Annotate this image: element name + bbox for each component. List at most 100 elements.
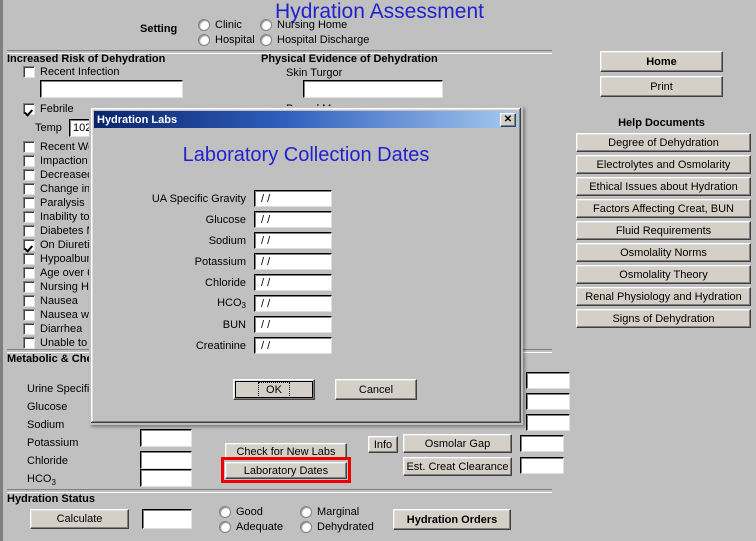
radio-dehydrated[interactable] bbox=[300, 521, 312, 533]
help-button-fluid-requirements[interactable]: Fluid Requirements bbox=[576, 221, 751, 240]
status-option-good[interactable]: Good bbox=[219, 506, 263, 518]
close-icon[interactable]: ✕ bbox=[500, 112, 516, 127]
help-button-signs-of-dehydration[interactable]: Signs of Dehydration bbox=[576, 309, 751, 328]
checkbox-nausea-w[interactable]: Nausea w bbox=[23, 308, 95, 322]
checkbox-box[interactable] bbox=[23, 309, 35, 321]
skin-turgor-input[interactable] bbox=[303, 80, 443, 98]
checkbox-box[interactable] bbox=[23, 141, 35, 153]
checkbox-box[interactable] bbox=[23, 281, 35, 293]
skin-turgor-label: Skin Turgor bbox=[286, 67, 343, 79]
checkbox-paralysis[interactable]: Paralysis bbox=[23, 196, 95, 210]
result-field-1[interactable] bbox=[526, 372, 570, 389]
help-button-renal-physiology-and-hydration[interactable]: Renal Physiology and Hydration bbox=[576, 287, 751, 306]
help-button-ethical-issues-about-hydration[interactable]: Ethical Issues about Hydration bbox=[576, 177, 751, 196]
checkbox-age-over[interactable]: Age over 6 bbox=[23, 266, 95, 280]
hydration-orders-button[interactable]: Hydration Orders bbox=[393, 509, 511, 530]
radio-adequate[interactable] bbox=[219, 521, 231, 533]
radio-marginal[interactable] bbox=[300, 506, 312, 518]
checkbox-box[interactable] bbox=[23, 183, 35, 195]
recent-infection-input[interactable] bbox=[40, 80, 183, 98]
lab-input-ua-specific-gravity[interactable]: / / bbox=[254, 190, 332, 207]
checkbox-on-diuretic[interactable]: On Diuretic bbox=[23, 238, 95, 252]
result-field-2[interactable] bbox=[526, 393, 570, 410]
checkbox-box[interactable] bbox=[23, 267, 35, 279]
setting-option-hospital-discharge[interactable]: Hospital Discharge bbox=[260, 34, 369, 46]
checkbox-nausea[interactable]: Nausea bbox=[23, 294, 95, 308]
home-button[interactable]: Home bbox=[600, 51, 723, 72]
status-option-adequate[interactable]: Adequate bbox=[219, 521, 283, 533]
metabolic-input-chloride[interactable] bbox=[140, 451, 192, 469]
metabolic-label-glucose: Glucose bbox=[27, 401, 68, 413]
checkbox-box[interactable] bbox=[23, 66, 35, 78]
checkbox-box[interactable] bbox=[23, 225, 35, 237]
lab-input-bun[interactable]: / / bbox=[254, 316, 332, 333]
metabolic-input-potassium[interactable] bbox=[140, 429, 192, 447]
setting-option-hospital[interactable]: Hospital bbox=[198, 34, 255, 46]
ok-button[interactable]: OK bbox=[233, 379, 315, 400]
checkbox-change-in[interactable]: Change in bbox=[23, 182, 95, 196]
button-label: Laboratory Dates bbox=[243, 464, 329, 477]
help-button-electrolytes-and-osmolarity[interactable]: Electrolytes and Osmolarity bbox=[576, 155, 751, 174]
metabolic-input-hco3[interactable] bbox=[140, 469, 192, 487]
print-button[interactable]: Print bbox=[600, 76, 723, 97]
checkbox-diarrhea[interactable]: Diarrhea bbox=[23, 322, 95, 336]
laboratory-dates-button[interactable]: Laboratory Dates bbox=[225, 462, 347, 479]
checkbox-box[interactable] bbox=[23, 239, 35, 251]
lab-input-hco3[interactable]: / / bbox=[254, 295, 332, 312]
radio-hospital-discharge[interactable] bbox=[260, 34, 272, 46]
metabolic-label-urine-specific: Urine Specifi bbox=[27, 383, 90, 395]
lab-input-chloride[interactable]: / / bbox=[254, 274, 332, 291]
est-creat-clearance-button[interactable]: Est. Creat Clearance bbox=[403, 457, 512, 476]
lab-input-glucose[interactable]: / / bbox=[254, 211, 332, 228]
checkbox-box[interactable] bbox=[23, 211, 35, 223]
checkbox-label: Diabetes M bbox=[40, 225, 95, 237]
checkbox-decreased[interactable]: Decreased bbox=[23, 168, 95, 182]
osmolar-gap-button[interactable]: Osmolar Gap bbox=[403, 434, 512, 453]
lab-label-text: HCO bbox=[217, 297, 242, 309]
checkbox-box[interactable] bbox=[23, 295, 35, 307]
status-option-dehydrated[interactable]: Dehydrated bbox=[300, 521, 374, 533]
info-button[interactable]: Info bbox=[368, 436, 398, 453]
radio-hospital[interactable] bbox=[198, 34, 210, 46]
lab-input-sodium[interactable]: / / bbox=[254, 232, 332, 249]
radio-clinic[interactable] bbox=[198, 19, 210, 31]
lab-row-glucose: Glucose / / bbox=[106, 211, 332, 228]
dialog-titlebar[interactable]: Hydration Labs ✕ bbox=[94, 111, 518, 128]
checkbox-box[interactable] bbox=[23, 197, 35, 209]
hydration-labs-dialog: Hydration Labs ✕ Laboratory Collection D… bbox=[89, 106, 523, 425]
calculate-button[interactable]: Calculate bbox=[30, 509, 129, 529]
status-option-marginal[interactable]: Marginal bbox=[300, 506, 359, 518]
help-button-osmolality-norms[interactable]: Osmolality Norms bbox=[576, 243, 751, 262]
checkbox-hypoalbum[interactable]: Hypoalbum bbox=[23, 252, 95, 266]
checkbox-recent-we[interactable]: Recent We bbox=[23, 140, 95, 154]
checkbox-impaction[interactable]: Impaction bbox=[23, 154, 95, 168]
checkbox-box[interactable] bbox=[23, 169, 35, 181]
checkbox-box[interactable] bbox=[23, 253, 35, 265]
calculate-result-input[interactable] bbox=[142, 509, 192, 529]
lab-label: BUN bbox=[222, 318, 246, 331]
checkbox-box[interactable] bbox=[23, 323, 35, 335]
help-button-degree-of-dehydration[interactable]: Degree of Dehydration bbox=[576, 133, 751, 152]
help-button-factors-affecting-creat-bun[interactable]: Factors Affecting Creat, BUN bbox=[576, 199, 751, 218]
setting-option-clinic[interactable]: Clinic bbox=[198, 19, 242, 31]
checkbox-box[interactable] bbox=[23, 103, 35, 115]
checkbox-nursing-ho[interactable]: Nursing Ho bbox=[23, 280, 95, 294]
lab-input-creatinine[interactable]: / / bbox=[254, 337, 332, 354]
lab-input-potassium[interactable]: / / bbox=[254, 253, 332, 270]
cancel-button[interactable]: Cancel bbox=[335, 379, 417, 400]
est-creat-clearance-value[interactable] bbox=[520, 457, 564, 474]
check-for-new-labs-button[interactable]: Check for New Labs bbox=[225, 443, 347, 460]
checkbox-inability-to[interactable]: Inability to bbox=[23, 210, 95, 224]
setting-option-nursing-home[interactable]: Nursing Home bbox=[260, 19, 347, 31]
checkbox-febrile[interactable]: Febrile bbox=[23, 103, 74, 115]
checkbox-recent-infection[interactable]: Recent Infection bbox=[23, 66, 120, 78]
help-button-osmolality-theory[interactable]: Osmolality Theory bbox=[576, 265, 751, 284]
osmolar-gap-value[interactable] bbox=[520, 435, 564, 452]
checkbox-unable-to-t[interactable]: Unable to t bbox=[23, 336, 95, 350]
result-field-3[interactable] bbox=[526, 414, 570, 431]
checkbox-box[interactable] bbox=[23, 337, 35, 349]
radio-good[interactable] bbox=[219, 506, 231, 518]
checkbox-box[interactable] bbox=[23, 155, 35, 167]
checkbox-diabetes-m[interactable]: Diabetes M bbox=[23, 224, 95, 238]
radio-nursing-home[interactable] bbox=[260, 19, 272, 31]
